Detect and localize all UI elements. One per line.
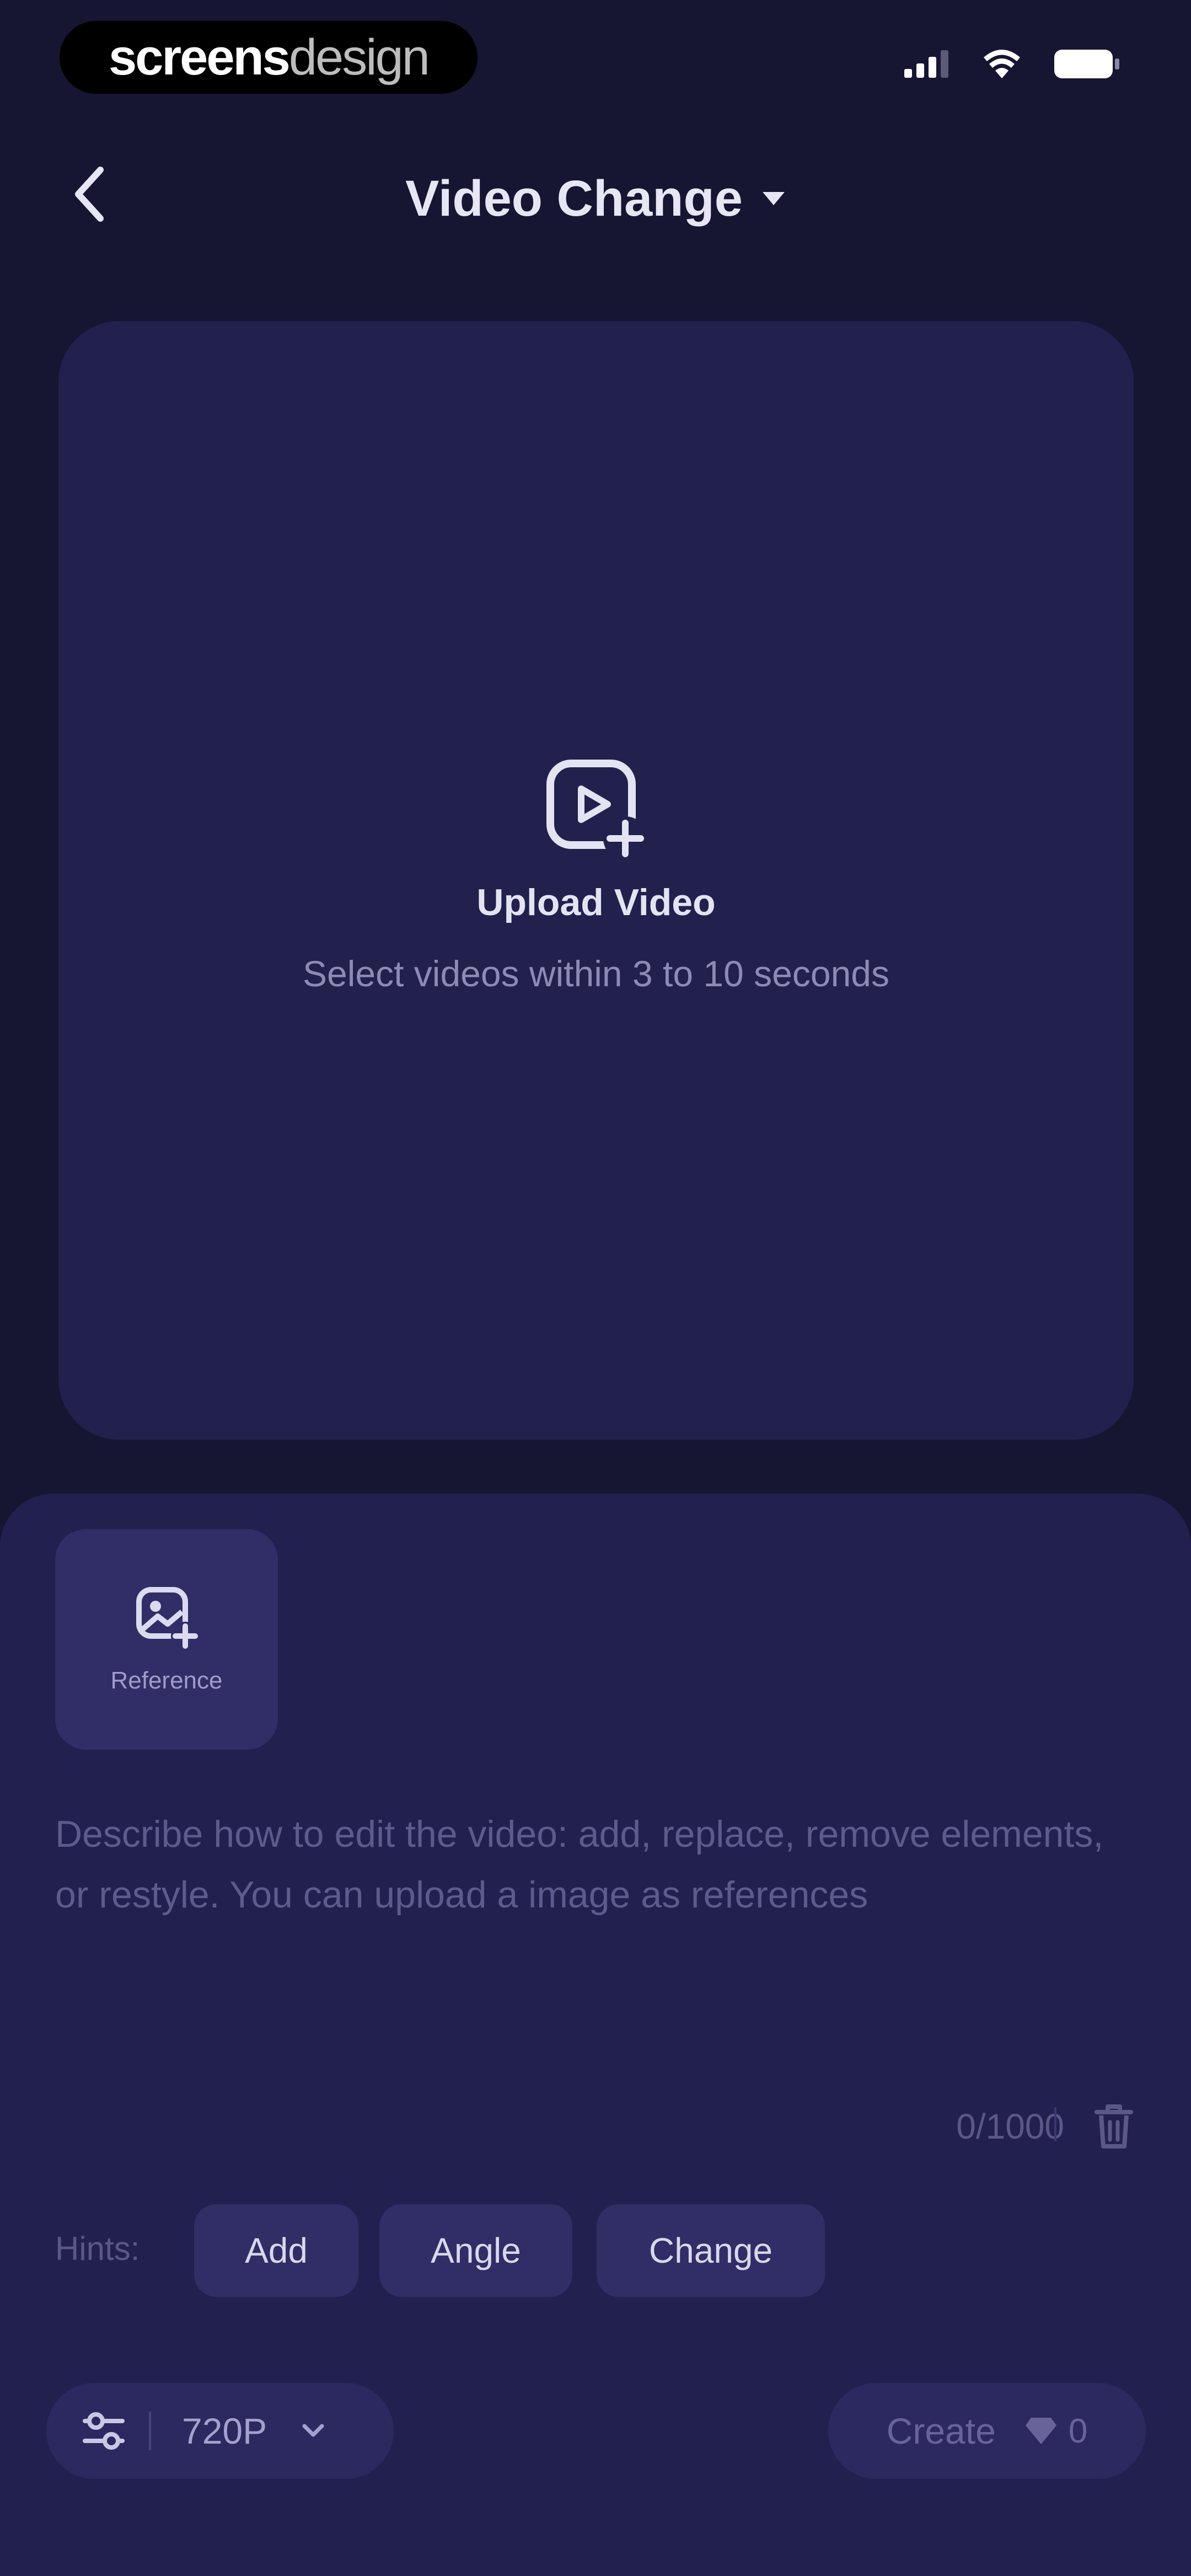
battery-icon [1054, 50, 1119, 78]
status-bar-icons [904, 49, 1119, 79]
clear-prompt-button[interactable] [1092, 2102, 1136, 2151]
sliders-icon [83, 2412, 125, 2450]
prompt-input[interactable]: Describe how to edit the video: add, rep… [55, 1804, 1125, 1925]
hints-label: Hints: [55, 2230, 140, 2267]
create-button[interactable]: Create 0 [828, 2383, 1146, 2479]
reference-upload-button[interactable]: Reference [55, 1529, 278, 1750]
diamond-icon [1025, 2418, 1056, 2444]
cellular-signal-icon [904, 50, 948, 78]
character-counter: 0/1000 [956, 2107, 1064, 2146]
upload-title: Upload Video [476, 881, 716, 923]
counter-divider [1054, 2107, 1056, 2141]
upload-video-area[interactable]: Upload Video Select videos within 3 to 1… [58, 321, 1134, 1440]
hint-chip-change[interactable]: Change [597, 2204, 825, 2297]
reference-label: Reference [110, 1667, 223, 1694]
watermark-part2: design [288, 29, 430, 85]
credit-value: 0 [1068, 2412, 1088, 2450]
hint-chip-angle[interactable]: Angle [379, 2204, 572, 2297]
upload-content: Upload Video Select videos within 3 to 1… [58, 757, 1134, 995]
quality-value: 720P [182, 2411, 267, 2451]
trash-icon [1095, 2104, 1133, 2149]
caret-down-icon [762, 192, 785, 205]
title-selector[interactable]: Video Change [0, 165, 1191, 232]
watermark-part1: screens [109, 29, 291, 85]
quality-selector[interactable]: 720P [46, 2383, 394, 2479]
video-plus-icon [546, 760, 647, 861]
screensdesign-watermark: screens design [60, 21, 478, 94]
page-title: Video Change [405, 170, 743, 227]
credit-cost: 0 [1024, 2412, 1087, 2451]
upload-subtitle: Select videos within 3 to 10 seconds [303, 953, 889, 994]
wifi-icon [984, 50, 1020, 78]
image-plus-icon [136, 1587, 200, 1650]
create-label: Create [886, 2411, 996, 2451]
chevron-down-icon [302, 2424, 324, 2437]
quality-divider [149, 2412, 151, 2450]
hint-chip-add[interactable]: Add [194, 2204, 358, 2297]
